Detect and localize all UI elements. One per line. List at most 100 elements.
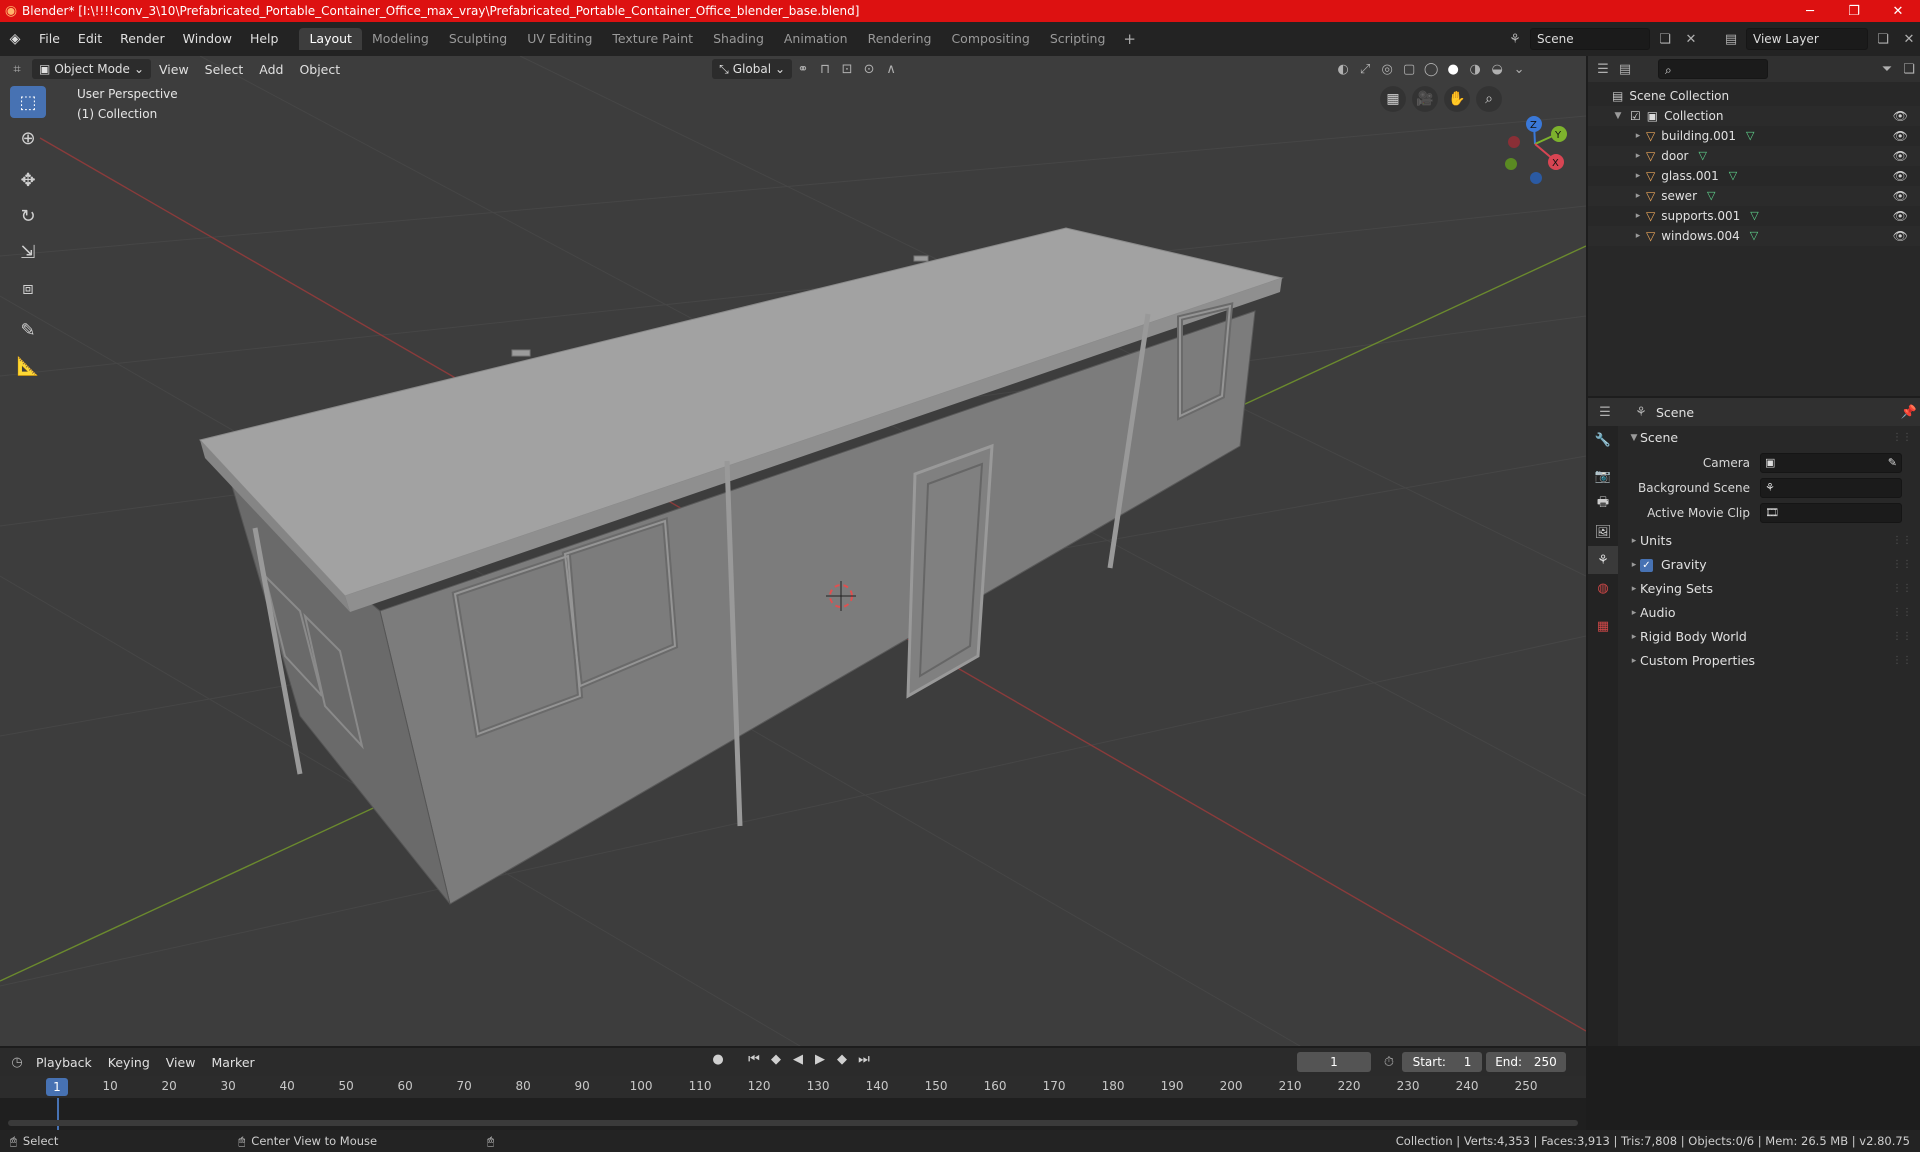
drag-grip-icon[interactable]: ⋮⋮ xyxy=(1892,426,1912,450)
viewport-menu-select[interactable]: Select xyxy=(197,62,252,77)
move-tool-icon[interactable]: ✥ xyxy=(10,164,46,196)
display-mode-icon[interactable]: ▤ xyxy=(1614,58,1636,80)
collection-row[interactable]: ▼ ☑ ▣ Collection 👁 xyxy=(1588,106,1920,126)
scene-selector-icon[interactable]: ⚘ xyxy=(1504,28,1526,50)
world-tab-icon[interactable]: ◍ xyxy=(1588,574,1618,602)
output-tab-icon[interactable]: 🖶 xyxy=(1588,490,1618,518)
expand-triangle-icon[interactable]: ▸ xyxy=(1632,126,1644,146)
falloff-icon[interactable]: ∧ xyxy=(880,58,902,80)
movie-clip-field[interactable]: 🎞 xyxy=(1760,502,1902,523)
current-frame-field[interactable]: 1 xyxy=(1297,1052,1371,1072)
drag-grip-icon[interactable]: ⋮⋮ xyxy=(1892,649,1912,673)
solid-shading-icon[interactable]: ● xyxy=(1442,58,1464,80)
tool-tab-icon[interactable]: 🔧 xyxy=(1588,426,1618,454)
menu-edit[interactable]: Edit xyxy=(69,27,111,51)
axis-gizmo[interactable]: Z Y X xyxy=(1460,84,1586,204)
annotate-tool-icon[interactable]: ✎ xyxy=(10,314,46,346)
checkbox-icon[interactable]: ☑ xyxy=(1630,106,1641,126)
texture-tab-icon[interactable]: ▦ xyxy=(1588,612,1618,640)
delete-scene-icon[interactable]: ✕ xyxy=(1680,28,1702,50)
units-panel-header[interactable]: ▸ Units ⋮⋮ xyxy=(1620,529,1920,553)
custom-properties-panel-header[interactable]: ▸ Custom Properties ⋮⋮ xyxy=(1620,649,1920,673)
timeline-track[interactable] xyxy=(0,1098,1586,1130)
timeline-menu-view[interactable]: View xyxy=(158,1055,204,1070)
list-item[interactable]: ▸ ▽ windows.004 ▽ 👁 xyxy=(1588,226,1920,246)
gizmo-toggle-icon[interactable]: ⤢ xyxy=(1354,58,1376,80)
view-layer-tab-icon[interactable]: 🖼 xyxy=(1588,518,1618,546)
tab-modeling[interactable]: Modeling xyxy=(362,28,439,50)
viewport-menu-object[interactable]: Object xyxy=(291,62,348,77)
tab-compositing[interactable]: Compositing xyxy=(941,28,1039,50)
proportional-edit-icon[interactable]: ⊙ xyxy=(858,58,880,80)
blender-menu-icon[interactable]: ◈ xyxy=(0,31,30,47)
rotate-tool-icon[interactable]: ↻ xyxy=(10,200,46,232)
material-shading-icon[interactable]: ◑ xyxy=(1464,58,1486,80)
end-frame-field[interactable]: End: 250 xyxy=(1486,1052,1566,1072)
close-button[interactable]: ✕ xyxy=(1876,0,1920,22)
timeline-editor-icon[interactable]: ◷ xyxy=(6,1051,28,1073)
start-frame-field[interactable]: Start: 1 xyxy=(1402,1052,1482,1072)
container-model[interactable] xyxy=(199,227,1284,905)
jump-start-icon[interactable]: ⏮ xyxy=(746,1052,762,1067)
expand-triangle-icon[interactable]: ▸ xyxy=(1632,226,1644,246)
orientation-selector[interactable]: ⤡ Global ⌄ xyxy=(712,59,793,79)
scene-field[interactable]: Scene xyxy=(1530,28,1650,50)
expand-triangle-icon[interactable]: ▸ xyxy=(1632,186,1644,206)
drag-grip-icon[interactable]: ⋮⋮ xyxy=(1892,577,1912,601)
menu-render[interactable]: Render xyxy=(111,27,174,51)
drag-grip-icon[interactable]: ⋮⋮ xyxy=(1892,529,1912,553)
eye-icon[interactable]: 👁 xyxy=(1893,226,1908,246)
scene-collection-row[interactable]: ▤ Scene Collection xyxy=(1588,86,1920,106)
eye-icon[interactable]: 👁 xyxy=(1893,206,1908,226)
editor-type-icon[interactable]: ⌗ xyxy=(6,58,28,80)
background-scene-field[interactable]: ⚘ xyxy=(1760,477,1902,498)
snap-target-icon[interactable]: ⊡ xyxy=(836,58,858,80)
xray-icon[interactable]: ▢ xyxy=(1398,58,1420,80)
expand-triangle-icon[interactable]: ▼ xyxy=(1612,106,1624,126)
prev-keyframe-icon[interactable]: ◆ xyxy=(768,1052,784,1067)
viewport-scene[interactable] xyxy=(0,56,1586,1046)
view-layer-field[interactable]: View Layer xyxy=(1746,28,1868,50)
viewport-menu-add[interactable]: Add xyxy=(251,62,291,77)
drag-grip-icon[interactable]: ⋮⋮ xyxy=(1892,601,1912,625)
outliner-editor-icon[interactable]: ☰ xyxy=(1592,58,1614,80)
camera-field[interactable]: ▣ ✎ xyxy=(1760,452,1902,473)
timeline-menu-marker[interactable]: Marker xyxy=(203,1055,262,1070)
drag-grip-icon[interactable]: ⋮⋮ xyxy=(1892,625,1912,649)
overlay-toggle-icon[interactable]: ◎ xyxy=(1376,58,1398,80)
new-view-layer-icon[interactable]: ❏ xyxy=(1872,28,1894,50)
rendered-shading-icon[interactable]: ◒ xyxy=(1486,58,1508,80)
shading-options-icon[interactable]: ⌄ xyxy=(1508,58,1530,80)
menu-file[interactable]: File xyxy=(30,27,69,51)
delete-view-layer-icon[interactable]: ✕ xyxy=(1898,28,1920,50)
tab-uv-editing[interactable]: UV Editing xyxy=(517,28,602,50)
snap-icon[interactable]: ⊓ xyxy=(814,58,836,80)
rigid-body-panel-header[interactable]: ▸ Rigid Body World ⋮⋮ xyxy=(1620,625,1920,649)
view-layer-icon[interactable]: ▤ xyxy=(1720,28,1742,50)
cursor-tool-icon[interactable]: ⊕ xyxy=(10,122,46,154)
scale-tool-icon[interactable]: ⇲ xyxy=(10,236,46,268)
wireframe-shading-icon[interactable]: ◯ xyxy=(1420,58,1442,80)
minimize-button[interactable]: ─ xyxy=(1788,0,1832,22)
mode-selector[interactable]: ▣ Object Mode ⌄ xyxy=(32,59,151,79)
record-icon[interactable]: ● xyxy=(710,1052,726,1067)
viewport-menu-view[interactable]: View xyxy=(151,62,197,77)
drag-grip-icon[interactable]: ⋮⋮ xyxy=(1892,553,1912,577)
3d-viewport[interactable]: ⌗ ▣ Object Mode ⌄ View Select Add Object… xyxy=(0,56,1586,1046)
select-box-icon[interactable]: ⬚ xyxy=(10,86,46,118)
eye-icon[interactable]: 👁 xyxy=(1893,166,1908,186)
eyedropper-icon[interactable]: ✎ xyxy=(1888,456,1897,469)
filter-icon[interactable]: ⏷ xyxy=(1876,58,1898,80)
timeline-ruler[interactable]: 1 10 20 30 40 50 60 70 80 90 100 110 120 130 140 150 16… xyxy=(0,1076,1586,1098)
eye-icon[interactable]: 👁 xyxy=(1893,126,1908,146)
eye-icon[interactable]: 👁 xyxy=(1893,186,1908,206)
gravity-panel-header[interactable]: ▸ ✓ Gravity ⋮⋮ xyxy=(1620,553,1920,577)
menu-window[interactable]: Window xyxy=(174,27,241,51)
tab-rendering[interactable]: Rendering xyxy=(858,28,942,50)
expand-triangle-icon[interactable]: ▸ xyxy=(1632,206,1644,226)
new-scene-icon[interactable]: ❏ xyxy=(1654,28,1676,50)
list-item[interactable]: ▸ ▽ sewer ▽ 👁 xyxy=(1588,186,1920,206)
timeline-menu-keying[interactable]: Keying xyxy=(100,1055,158,1070)
current-frame-indicator[interactable]: 1 xyxy=(46,1078,68,1096)
timeline-scrollbar[interactable] xyxy=(8,1120,1578,1126)
